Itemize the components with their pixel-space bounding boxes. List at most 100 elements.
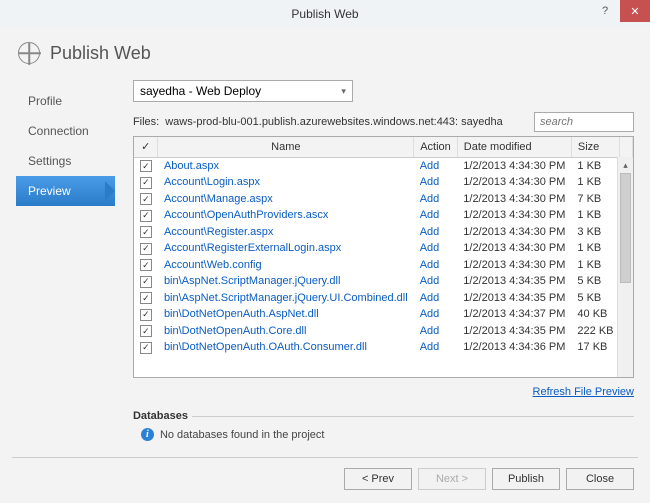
file-size: 1 KB <box>571 240 619 257</box>
file-date: 1/2/2013 4:34:36 PM <box>457 339 571 356</box>
file-size: 1 KB <box>571 257 619 274</box>
row-checkbox[interactable]: ✓ <box>134 273 158 290</box>
file-action[interactable]: Add <box>414 323 458 340</box>
file-name[interactable]: Account\Manage.aspx <box>158 191 414 208</box>
table-row[interactable]: ✓Account\Register.aspxAdd1/2/2013 4:34:3… <box>134 224 633 241</box>
file-name[interactable]: Account\RegisterExternalLogin.aspx <box>158 240 414 257</box>
file-action[interactable]: Add <box>414 339 458 356</box>
sidebar: Profile Connection Settings Preview <box>16 80 115 441</box>
close-button[interactable]: Close <box>566 468 634 490</box>
file-date: 1/2/2013 4:34:35 PM <box>457 323 571 340</box>
file-action[interactable]: Add <box>414 157 458 174</box>
file-name[interactable]: bin\AspNet.ScriptManager.jQuery.dll <box>158 273 414 290</box>
row-checkbox[interactable]: ✓ <box>134 157 158 174</box>
file-name[interactable]: bin\DotNetOpenAuth.Core.dll <box>158 323 414 340</box>
scroll-up-icon[interactable]: ▴ <box>618 157 633 173</box>
next-button[interactable]: Next > <box>418 468 486 490</box>
scrollbar[interactable]: ▴ <box>617 157 633 377</box>
dialog-header: Publish Web <box>0 28 650 80</box>
file-size: 1 KB <box>571 174 619 191</box>
select-all-checkbox[interactable]: ✓ <box>134 137 158 157</box>
sidebar-item-settings[interactable]: Settings <box>16 146 115 176</box>
profile-dropdown-value: sayedha - Web Deploy <box>140 84 261 98</box>
file-date: 1/2/2013 4:34:30 PM <box>457 224 571 241</box>
table-row[interactable]: ✓About.aspxAdd1/2/2013 4:34:30 PM1 KB <box>134 157 633 174</box>
table-row[interactable]: ✓bin\DotNetOpenAuth.Core.dllAdd1/2/2013 … <box>134 323 633 340</box>
file-size: 222 KB <box>571 323 619 340</box>
files-target: waws-prod-blu-001.publish.azurewebsites.… <box>165 116 503 128</box>
file-action[interactable]: Add <box>414 240 458 257</box>
table-row[interactable]: ✓Account\Manage.aspxAdd1/2/2013 4:34:30 … <box>134 191 633 208</box>
row-checkbox[interactable]: ✓ <box>134 339 158 356</box>
table-row[interactable]: ✓Account\Web.configAdd1/2/2013 4:34:30 P… <box>134 257 633 274</box>
file-action[interactable]: Add <box>414 306 458 323</box>
column-action[interactable]: Action <box>414 137 458 157</box>
row-checkbox[interactable]: ✓ <box>134 290 158 307</box>
file-date: 1/2/2013 4:34:37 PM <box>457 306 571 323</box>
databases-heading: Databases <box>133 410 188 422</box>
table-row[interactable]: ✓bin\AspNet.ScriptManager.jQuery.UI.Comb… <box>134 290 633 307</box>
file-action[interactable]: Add <box>414 224 458 241</box>
table-row[interactable]: ✓Account\OpenAuthProviders.ascxAdd1/2/20… <box>134 207 633 224</box>
row-checkbox[interactable]: ✓ <box>134 240 158 257</box>
title-bar: Publish Web ? ✕ <box>0 0 650 28</box>
file-action[interactable]: Add <box>414 174 458 191</box>
table-row[interactable]: ✓bin\DotNetOpenAuth.OAuth.Consumer.dllAd… <box>134 339 633 356</box>
file-date: 1/2/2013 4:34:30 PM <box>457 157 571 174</box>
window-title: Publish Web <box>0 7 650 21</box>
file-size: 1 KB <box>571 157 619 174</box>
file-action[interactable]: Add <box>414 273 458 290</box>
file-date: 1/2/2013 4:34:35 PM <box>457 290 571 307</box>
refresh-link[interactable]: Refresh File Preview <box>533 386 634 398</box>
table-row[interactable]: ✓bin\AspNet.ScriptManager.jQuery.dllAdd1… <box>134 273 633 290</box>
table-row[interactable]: ✓Account\Login.aspxAdd1/2/2013 4:34:30 P… <box>134 174 633 191</box>
file-name[interactable]: About.aspx <box>158 157 414 174</box>
file-size: 40 KB <box>571 306 619 323</box>
column-name[interactable]: Name <box>158 137 414 157</box>
files-table: ✓ Name Action Date modified Size ✓About.… <box>133 136 634 378</box>
file-date: 1/2/2013 4:34:30 PM <box>457 191 571 208</box>
row-checkbox[interactable]: ✓ <box>134 224 158 241</box>
prev-button[interactable]: < Prev <box>344 468 412 490</box>
row-checkbox[interactable]: ✓ <box>134 174 158 191</box>
file-date: 1/2/2013 4:34:30 PM <box>457 257 571 274</box>
table-row[interactable]: ✓Account\RegisterExternalLogin.aspxAdd1/… <box>134 240 633 257</box>
files-label: Files: <box>133 116 159 128</box>
close-window-button[interactable]: ✕ <box>620 0 650 22</box>
sidebar-item-preview[interactable]: Preview <box>16 176 115 206</box>
file-name[interactable]: bin\DotNetOpenAuth.AspNet.dll <box>158 306 414 323</box>
row-checkbox[interactable]: ✓ <box>134 207 158 224</box>
footer: < Prev Next > Publish Close <box>12 457 638 490</box>
file-name[interactable]: bin\AspNet.ScriptManager.jQuery.UI.Combi… <box>158 290 414 307</box>
file-name[interactable]: bin\DotNetOpenAuth.OAuth.Consumer.dll <box>158 339 414 356</box>
dialog-title: Publish Web <box>50 43 151 64</box>
search-input[interactable] <box>534 112 634 132</box>
sidebar-item-profile[interactable]: Profile <box>16 86 115 116</box>
file-size: 1 KB <box>571 207 619 224</box>
table-row[interactable]: ✓bin\DotNetOpenAuth.AspNet.dllAdd1/2/201… <box>134 306 633 323</box>
help-button[interactable]: ? <box>590 0 620 22</box>
file-action[interactable]: Add <box>414 191 458 208</box>
row-checkbox[interactable]: ✓ <box>134 306 158 323</box>
row-checkbox[interactable]: ✓ <box>134 323 158 340</box>
file-name[interactable]: Account\OpenAuthProviders.ascx <box>158 207 414 224</box>
scroll-thumb[interactable] <box>620 173 631 283</box>
sidebar-item-connection[interactable]: Connection <box>16 116 115 146</box>
file-size: 5 KB <box>571 273 619 290</box>
column-size[interactable]: Size <box>571 137 619 157</box>
file-action[interactable]: Add <box>414 207 458 224</box>
file-size: 3 KB <box>571 224 619 241</box>
file-action[interactable]: Add <box>414 257 458 274</box>
file-action[interactable]: Add <box>414 290 458 307</box>
column-date[interactable]: Date modified <box>457 137 571 157</box>
divider <box>192 416 634 417</box>
publish-button[interactable]: Publish <box>492 468 560 490</box>
globe-icon <box>18 42 40 64</box>
row-checkbox[interactable]: ✓ <box>134 257 158 274</box>
file-name[interactable]: Account\Login.aspx <box>158 174 414 191</box>
file-name[interactable]: Account\Web.config <box>158 257 414 274</box>
info-icon: i <box>141 428 154 441</box>
row-checkbox[interactable]: ✓ <box>134 191 158 208</box>
file-name[interactable]: Account\Register.aspx <box>158 224 414 241</box>
profile-dropdown[interactable]: sayedha - Web Deploy ▾ <box>133 80 353 102</box>
